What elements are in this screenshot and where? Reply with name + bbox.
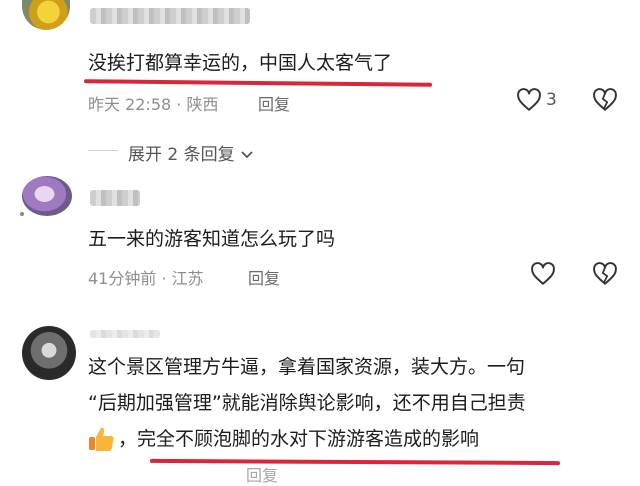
username-blurred[interactable]: [90, 8, 250, 24]
username-blurred[interactable]: [90, 190, 140, 206]
comment-text-line-1: 这个景区管理方牛逼，拿着国家资源，装大方。一句: [88, 356, 526, 378]
heart-outline-icon[interactable]: [530, 262, 556, 286]
divider: [88, 150, 118, 151]
comment-meta: 41分钟前 · 江苏: [88, 265, 204, 289]
comment-text: 没挨打都算幸运的，中国人太客气了: [88, 52, 393, 74]
username-blurred[interactable]: [90, 330, 160, 338]
broken-heart-icon[interactable]: [592, 262, 618, 286]
highlight-underline: [149, 458, 561, 466]
thumbs-up-icon: [86, 424, 116, 454]
comment-time: 昨天 22:58: [88, 95, 172, 114]
expand-replies-label: 展开 2 条回复: [128, 145, 235, 165]
heart-outline-icon[interactable]: [516, 88, 542, 112]
comment-text-line-3: ，完全不顾泡脚的水对下游游客造成的影响: [118, 428, 480, 450]
comment-meta: 昨天 22:58 · 陕西: [88, 91, 219, 115]
reply-button[interactable]: 回复: [258, 91, 290, 115]
avatar[interactable]: [22, 176, 72, 216]
comment-text: 五一来的游客知道怎么玩了吗: [88, 228, 336, 250]
reply-button[interactable]: 回复: [246, 462, 278, 486]
reply-button[interactable]: 回复: [248, 265, 280, 289]
chevron-down-icon: [240, 145, 254, 165]
highlight-underline: [83, 79, 433, 87]
comment-time: 41分钟前: [88, 269, 157, 288]
avatar[interactable]: [22, 326, 76, 380]
like-count: 3: [546, 90, 557, 110]
avatar[interactable]: [22, 0, 70, 30]
meta-separator: ·: [176, 95, 182, 114]
broken-heart-icon[interactable]: [592, 88, 618, 112]
comment-location: 江苏: [171, 269, 204, 288]
comment-text-line-2: “后期加强管理”就能消除舆论影响，还不用自己担责: [88, 392, 526, 414]
meta-separator: ·: [161, 269, 167, 288]
expand-replies-link[interactable]: 展开 2 条回复: [128, 140, 254, 165]
dot-mark: [20, 212, 24, 216]
comment-location: 陕西: [186, 95, 219, 114]
